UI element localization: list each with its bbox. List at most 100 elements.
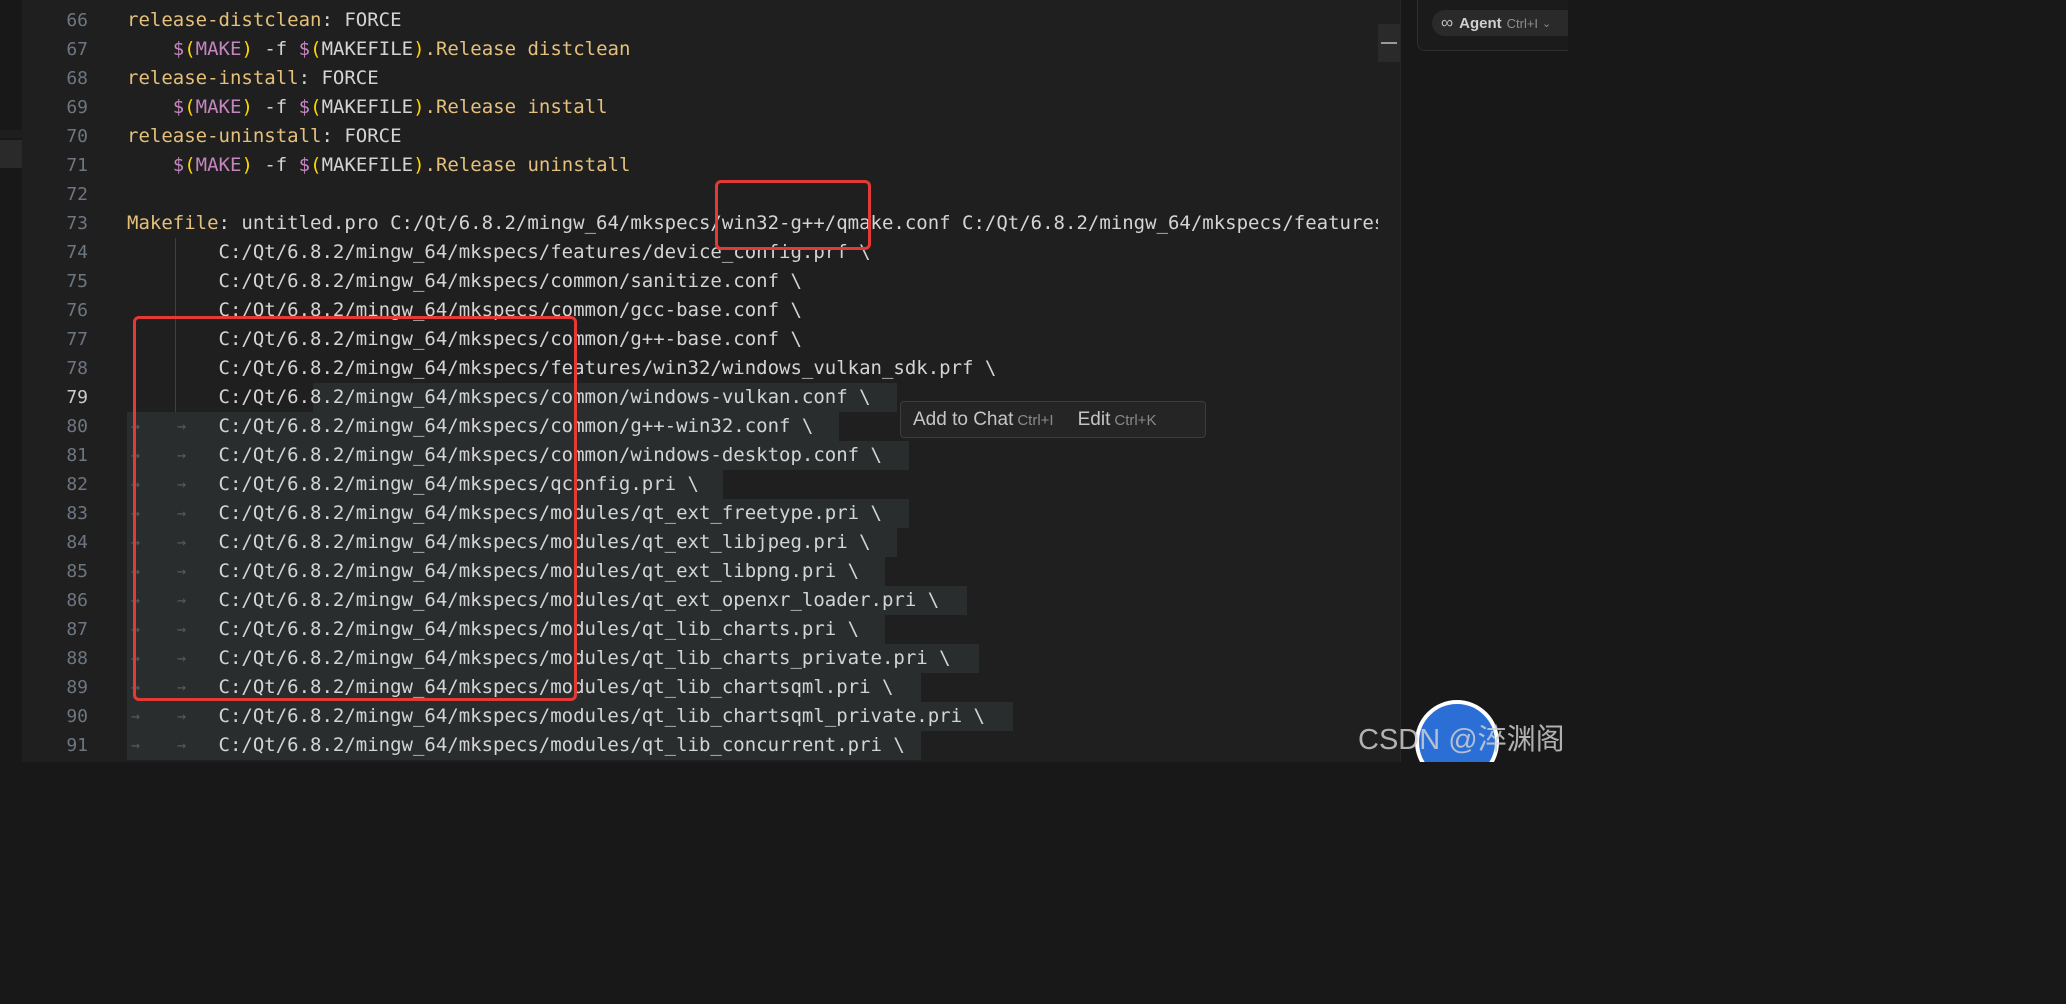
code-line[interactable]: release-install: FORCE	[127, 64, 379, 93]
code-token: $	[298, 96, 311, 118]
code-line[interactable]: release-uninstall: FORCE	[127, 122, 402, 151]
code-line[interactable]: Makefile: untitled.pro C:/Qt/6.8.2/mingw…	[127, 209, 1400, 238]
code-line[interactable]: C:/Qt/6.8.2/mingw_64/mkspecs/modules/qt_…	[127, 499, 882, 528]
code-token: (	[310, 96, 322, 118]
code-token: MAKE	[195, 154, 242, 176]
code-token: C:/Qt/6.8.2/mingw_64/mkspecs/modules/qt_…	[127, 531, 871, 553]
code-token: C:/Qt/6.8.2/mingw_64/mkspecs/modules/qt_…	[127, 734, 905, 756]
code-line[interactable]: C:/Qt/6.8.2/mingw_64/mkspecs/modules/qt_…	[127, 644, 951, 673]
line-number: 84	[66, 532, 88, 553]
line-number: 79	[66, 387, 88, 408]
code-line[interactable]: $(MAKE) -f $(MAKEFILE).Release uninstall	[127, 151, 631, 180]
code-token: MAKEFILE	[321, 38, 414, 60]
line-number: 90	[66, 706, 88, 727]
code-token: )	[413, 38, 425, 60]
code-line[interactable]: C:/Qt/6.8.2/mingw_64/mkspecs/common/g++-…	[127, 412, 814, 441]
line-number: 72	[66, 184, 88, 205]
code-line[interactable]: C:/Qt/6.8.2/mingw_64/mkspecs/modules/qt_…	[127, 557, 860, 586]
code-token: )	[413, 154, 425, 176]
code-token: (	[184, 38, 196, 60]
add-to-chat-button[interactable]: Add to Chat Ctrl+I	[901, 409, 1066, 431]
code-token: (	[184, 154, 196, 176]
code-line[interactable]: $(MAKE) -f $(MAKEFILE).Release distclean	[127, 35, 631, 64]
code-line[interactable]: C:/Qt/6.8.2/mingw_64/mkspecs/common/wind…	[127, 441, 882, 470]
code-token: Makefile	[127, 212, 219, 234]
code-token: release-install	[127, 67, 299, 89]
code-token: .Release uninstall	[424, 154, 631, 176]
code-token: C:/Qt/6.8.2/mingw_64/mkspecs/common/g++-…	[127, 415, 814, 437]
edit-shortcut: Ctrl+K	[1114, 411, 1157, 429]
code-area[interactable]: release-distclean: FORCE $(MAKE) -f $(MA…	[127, 0, 1400, 762]
code-line[interactable]: C:/Qt/6.8.2/mingw_64/mkspecs/modules/qt_…	[127, 586, 940, 615]
code-line[interactable]: $(MAKE) -f $(MAKEFILE).Release install	[127, 93, 608, 122]
code-token: : FORCE	[298, 67, 379, 89]
agent-shortcut: Ctrl+I	[1506, 15, 1539, 31]
activity-bar[interactable]	[0, 0, 23, 762]
code-token: (	[184, 96, 196, 118]
code-line[interactable]: C:/Qt/6.8.2/mingw_64/mkspecs/qconfig.pri…	[127, 470, 699, 499]
code-line[interactable]: C:/Qt/6.8.2/mingw_64/mkspecs/modules/qt_…	[127, 528, 871, 557]
code-line[interactable]: C:/Qt/6.8.2/mingw_64/mkspecs/features/wi…	[127, 354, 997, 383]
code-token: C:/Qt/6.8.2/mingw_64/mkspecs/common/wind…	[127, 386, 871, 408]
code-line[interactable]: C:/Qt/6.8.2/mingw_64/mkspecs/common/wind…	[127, 383, 871, 412]
line-number: 67	[66, 39, 88, 60]
minimap-line-marker	[1381, 42, 1397, 44]
minimap[interactable]	[1378, 0, 1400, 762]
line-number: 85	[66, 561, 88, 582]
agent-side-panel: ∞ Agent Ctrl+I ⌄	[1400, 0, 1568, 762]
code-line[interactable]: C:/Qt/6.8.2/mingw_64/mkspecs/modules/qt_…	[127, 702, 985, 731]
code-token: .Release install	[424, 96, 608, 118]
code-token: C:/Qt/6.8.2/mingw_64/mkspecs/common/sani…	[127, 270, 802, 292]
code-editor[interactable]: 66 67 68 69 70 71 72 73 74 75 76 77 78 79 80 81 82 83 84 85…	[22, 0, 1400, 762]
add-to-chat-shortcut: Ctrl+I	[1017, 411, 1054, 429]
selection-action-popup: Add to Chat Ctrl+I Edit Ctrl+K	[900, 401, 1206, 438]
code-token: )	[241, 154, 253, 176]
line-number: 82	[66, 474, 88, 495]
add-to-chat-label: Add to Chat	[913, 408, 1014, 430]
code-token: MAKE	[195, 38, 242, 60]
line-number: 83	[66, 503, 88, 524]
code-token: $	[298, 154, 311, 176]
line-number: 74	[66, 242, 88, 263]
chevron-down-icon[interactable]: ⌄	[1542, 17, 1551, 30]
code-token: C:/Qt/6.8.2/mingw_64/mkspecs/qconfig.pri…	[127, 473, 699, 495]
code-line[interactable]: C:/Qt/6.8.2/mingw_64/mkspecs/common/g++-…	[127, 325, 802, 354]
code-line[interactable]: C:/Qt/6.8.2/mingw_64/mkspecs/common/gcc-…	[127, 296, 802, 325]
code-line[interactable]: release-distclean: FORCE	[127, 6, 402, 35]
line-number: 69	[66, 97, 88, 118]
code-token: -f	[252, 38, 299, 60]
line-number: 70	[66, 126, 88, 147]
code-token: MAKE	[195, 96, 242, 118]
code-token: C:/Qt/6.8.2/mingw_64/mkspecs/modules/qt_…	[127, 560, 860, 582]
agent-header: ∞ Agent Ctrl+I ⌄	[1417, 0, 1568, 51]
code-token: C:/Qt/6.8.2/mingw_64/mkspecs/modules/qt_…	[127, 589, 940, 611]
code-token: C:/Qt/6.8.2/mingw_64/mkspecs/common/gcc-…	[127, 299, 802, 321]
code-token: (	[310, 154, 322, 176]
line-number: 71	[66, 155, 88, 176]
line-number-gutter: 66 67 68 69 70 71 72 73 74 75 76 77 78 79 80 81 82 83 84 85…	[22, 0, 98, 762]
code-line[interactable]: C:/Qt/6.8.2/mingw_64/mkspecs/modules/qt_…	[127, 615, 860, 644]
code-line[interactable]: C:/Qt/6.8.2/mingw_64/mkspecs/features/de…	[127, 238, 871, 267]
line-number: 68	[66, 68, 88, 89]
line-number: 87	[66, 619, 88, 640]
activity-bar-active-item[interactable]	[0, 140, 22, 168]
line-number: 86	[66, 590, 88, 611]
edit-button[interactable]: Edit Ctrl+K	[1066, 409, 1169, 431]
code-token: : FORCE	[321, 125, 402, 147]
code-line[interactable]: C:/Qt/6.8.2/mingw_64/mkspecs/modules/qt_…	[127, 731, 905, 760]
infinity-icon: ∞	[1441, 13, 1454, 32]
code-line[interactable]: C:/Qt/6.8.2/mingw_64/mkspecs/modules/qt_…	[127, 673, 894, 702]
code-token: : untitled.pro C:/Qt/6.8.2/mingw_64/mksp…	[218, 212, 1400, 234]
code-token: $	[172, 38, 185, 60]
app-window: 66 67 68 69 70 71 72 73 74 75 76 77 78 79 80 81 82 83 84 85…	[0, 0, 1568, 762]
line-number: 66	[66, 10, 88, 31]
code-line[interactable]: C:/Qt/6.8.2/mingw_64/mkspecs/common/sani…	[127, 267, 802, 296]
line-number: 75	[66, 271, 88, 292]
line-number: 81	[66, 445, 88, 466]
agent-mode-selector[interactable]: ∞ Agent Ctrl+I ⌄	[1432, 10, 1568, 36]
code-token: MAKEFILE	[321, 96, 414, 118]
code-token: C:/Qt/6.8.2/mingw_64/mkspecs/modules/qt_…	[127, 705, 985, 727]
